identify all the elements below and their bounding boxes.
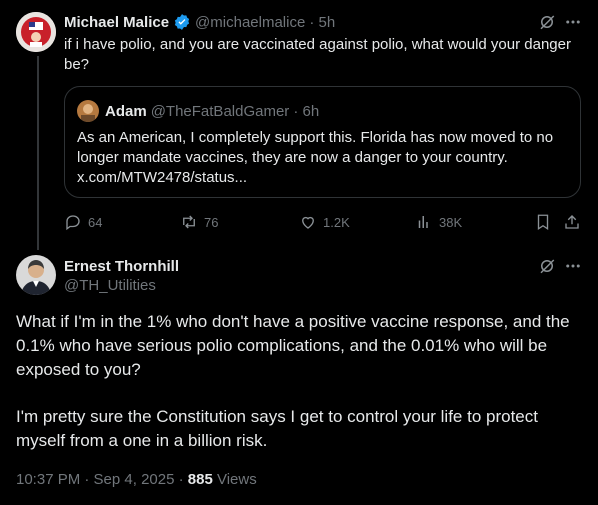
display-name[interactable]: Ernest Thornhill xyxy=(64,258,179,275)
avatar-image-icon xyxy=(16,255,56,295)
reply-button[interactable]: 64 xyxy=(64,213,102,231)
bookmark-icon[interactable] xyxy=(534,213,552,231)
share-icon[interactable] xyxy=(563,213,581,231)
views-icon xyxy=(418,216,428,228)
quote-text: As an American, I completely support thi… xyxy=(77,129,554,186)
tweet-header: Michael Malice @michaelmalice · 5h xyxy=(64,13,335,31)
repost-button[interactable]: 76 xyxy=(180,213,218,231)
views-count: 885 xyxy=(187,471,213,488)
verified-badge-icon xyxy=(173,13,191,31)
quote-display-name[interactable]: Adam xyxy=(105,103,147,120)
more-icon[interactable] xyxy=(564,257,582,275)
grok-icon[interactable] xyxy=(538,13,556,31)
thread-line xyxy=(37,56,39,250)
avatar-image-icon xyxy=(16,12,56,52)
repost-icon xyxy=(183,215,195,229)
quote-header: Adam @TheFatBaldGamer · 6h xyxy=(105,102,319,120)
timestamp[interactable]: · 5h xyxy=(309,14,335,31)
quote-handle[interactable]: @TheFatBaldGamer xyxy=(151,103,290,120)
tweet-text-paragraph-2: I'm pretty sure the Constitution says I … xyxy=(16,407,538,450)
grok-icon[interactable] xyxy=(538,257,556,275)
post-timestamp[interactable]: 10:37 PM · Sep 4, 2025 · xyxy=(16,471,188,488)
like-icon xyxy=(302,216,314,229)
tweet-text: if i have polio, and you are vaccinated … xyxy=(64,36,571,73)
quote-timestamp[interactable]: · 6h xyxy=(293,103,319,120)
handle[interactable]: @TH_Utilities xyxy=(64,277,156,294)
views-count: 38K xyxy=(439,214,463,230)
handle[interactable]: @michaelmalice xyxy=(195,14,305,31)
avatar-michael-malice[interactable] xyxy=(16,12,56,52)
reply-icon xyxy=(66,215,80,231)
reply-count: 64 xyxy=(88,214,103,230)
like-button[interactable]: 1.2K xyxy=(299,213,350,231)
views-button[interactable]: 38K xyxy=(415,213,462,231)
tweet-text-paragraph-1: What if I'm in the 1% who don't have a p… xyxy=(16,312,570,379)
repost-count: 76 xyxy=(204,214,219,230)
display-name[interactable]: Michael Malice xyxy=(64,14,169,31)
avatar-adam[interactable] xyxy=(77,100,99,122)
avatar-ernest-thornhill[interactable] xyxy=(16,255,56,295)
like-count: 1.2K xyxy=(323,214,350,230)
more-icon[interactable] xyxy=(564,13,582,31)
avatar-image-icon xyxy=(77,100,99,122)
views-label: Views xyxy=(212,471,257,488)
tweet-meta: 10:37 PM · Sep 4, 2025 · 885 Views xyxy=(16,471,257,488)
